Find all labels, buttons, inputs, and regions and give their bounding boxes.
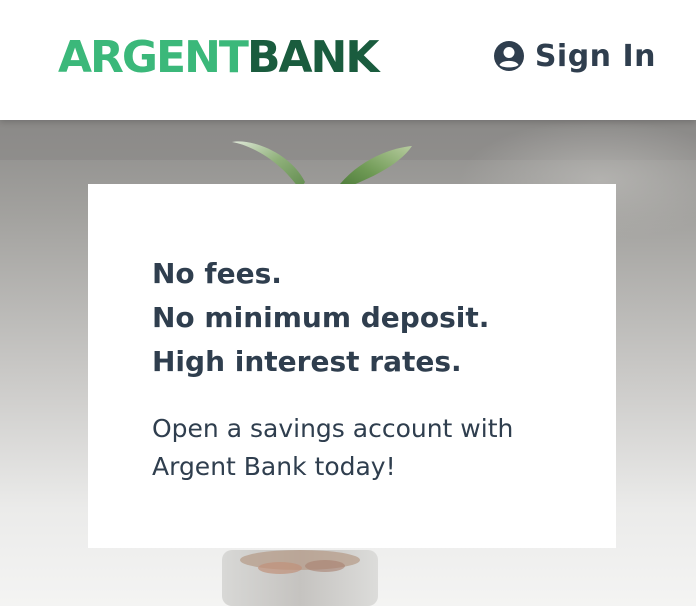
tagline: No fees. No minimum deposit. High intere… [152,252,576,384]
tagline-line-3: High interest rates. [152,345,462,378]
tagline-line-1: No fees. [152,257,282,290]
sign-in-link[interactable]: Sign In [493,34,656,78]
sign-in-label: Sign In [534,38,656,74]
tagline-line-2: No minimum deposit. [152,301,490,334]
promo-description: Open a savings account with Argent Bank … [152,414,514,481]
argent-bank-logo[interactable]: ARGENTBANK [58,30,380,86]
user-circle-icon [493,40,525,72]
site-header: ARGENTBANK Sign In [0,0,696,120]
logo-text-argent: ARGENT [58,32,249,83]
logo-text-bank: BANK [246,32,380,83]
promo-card: No fees. No minimum deposit. High intere… [88,184,616,548]
